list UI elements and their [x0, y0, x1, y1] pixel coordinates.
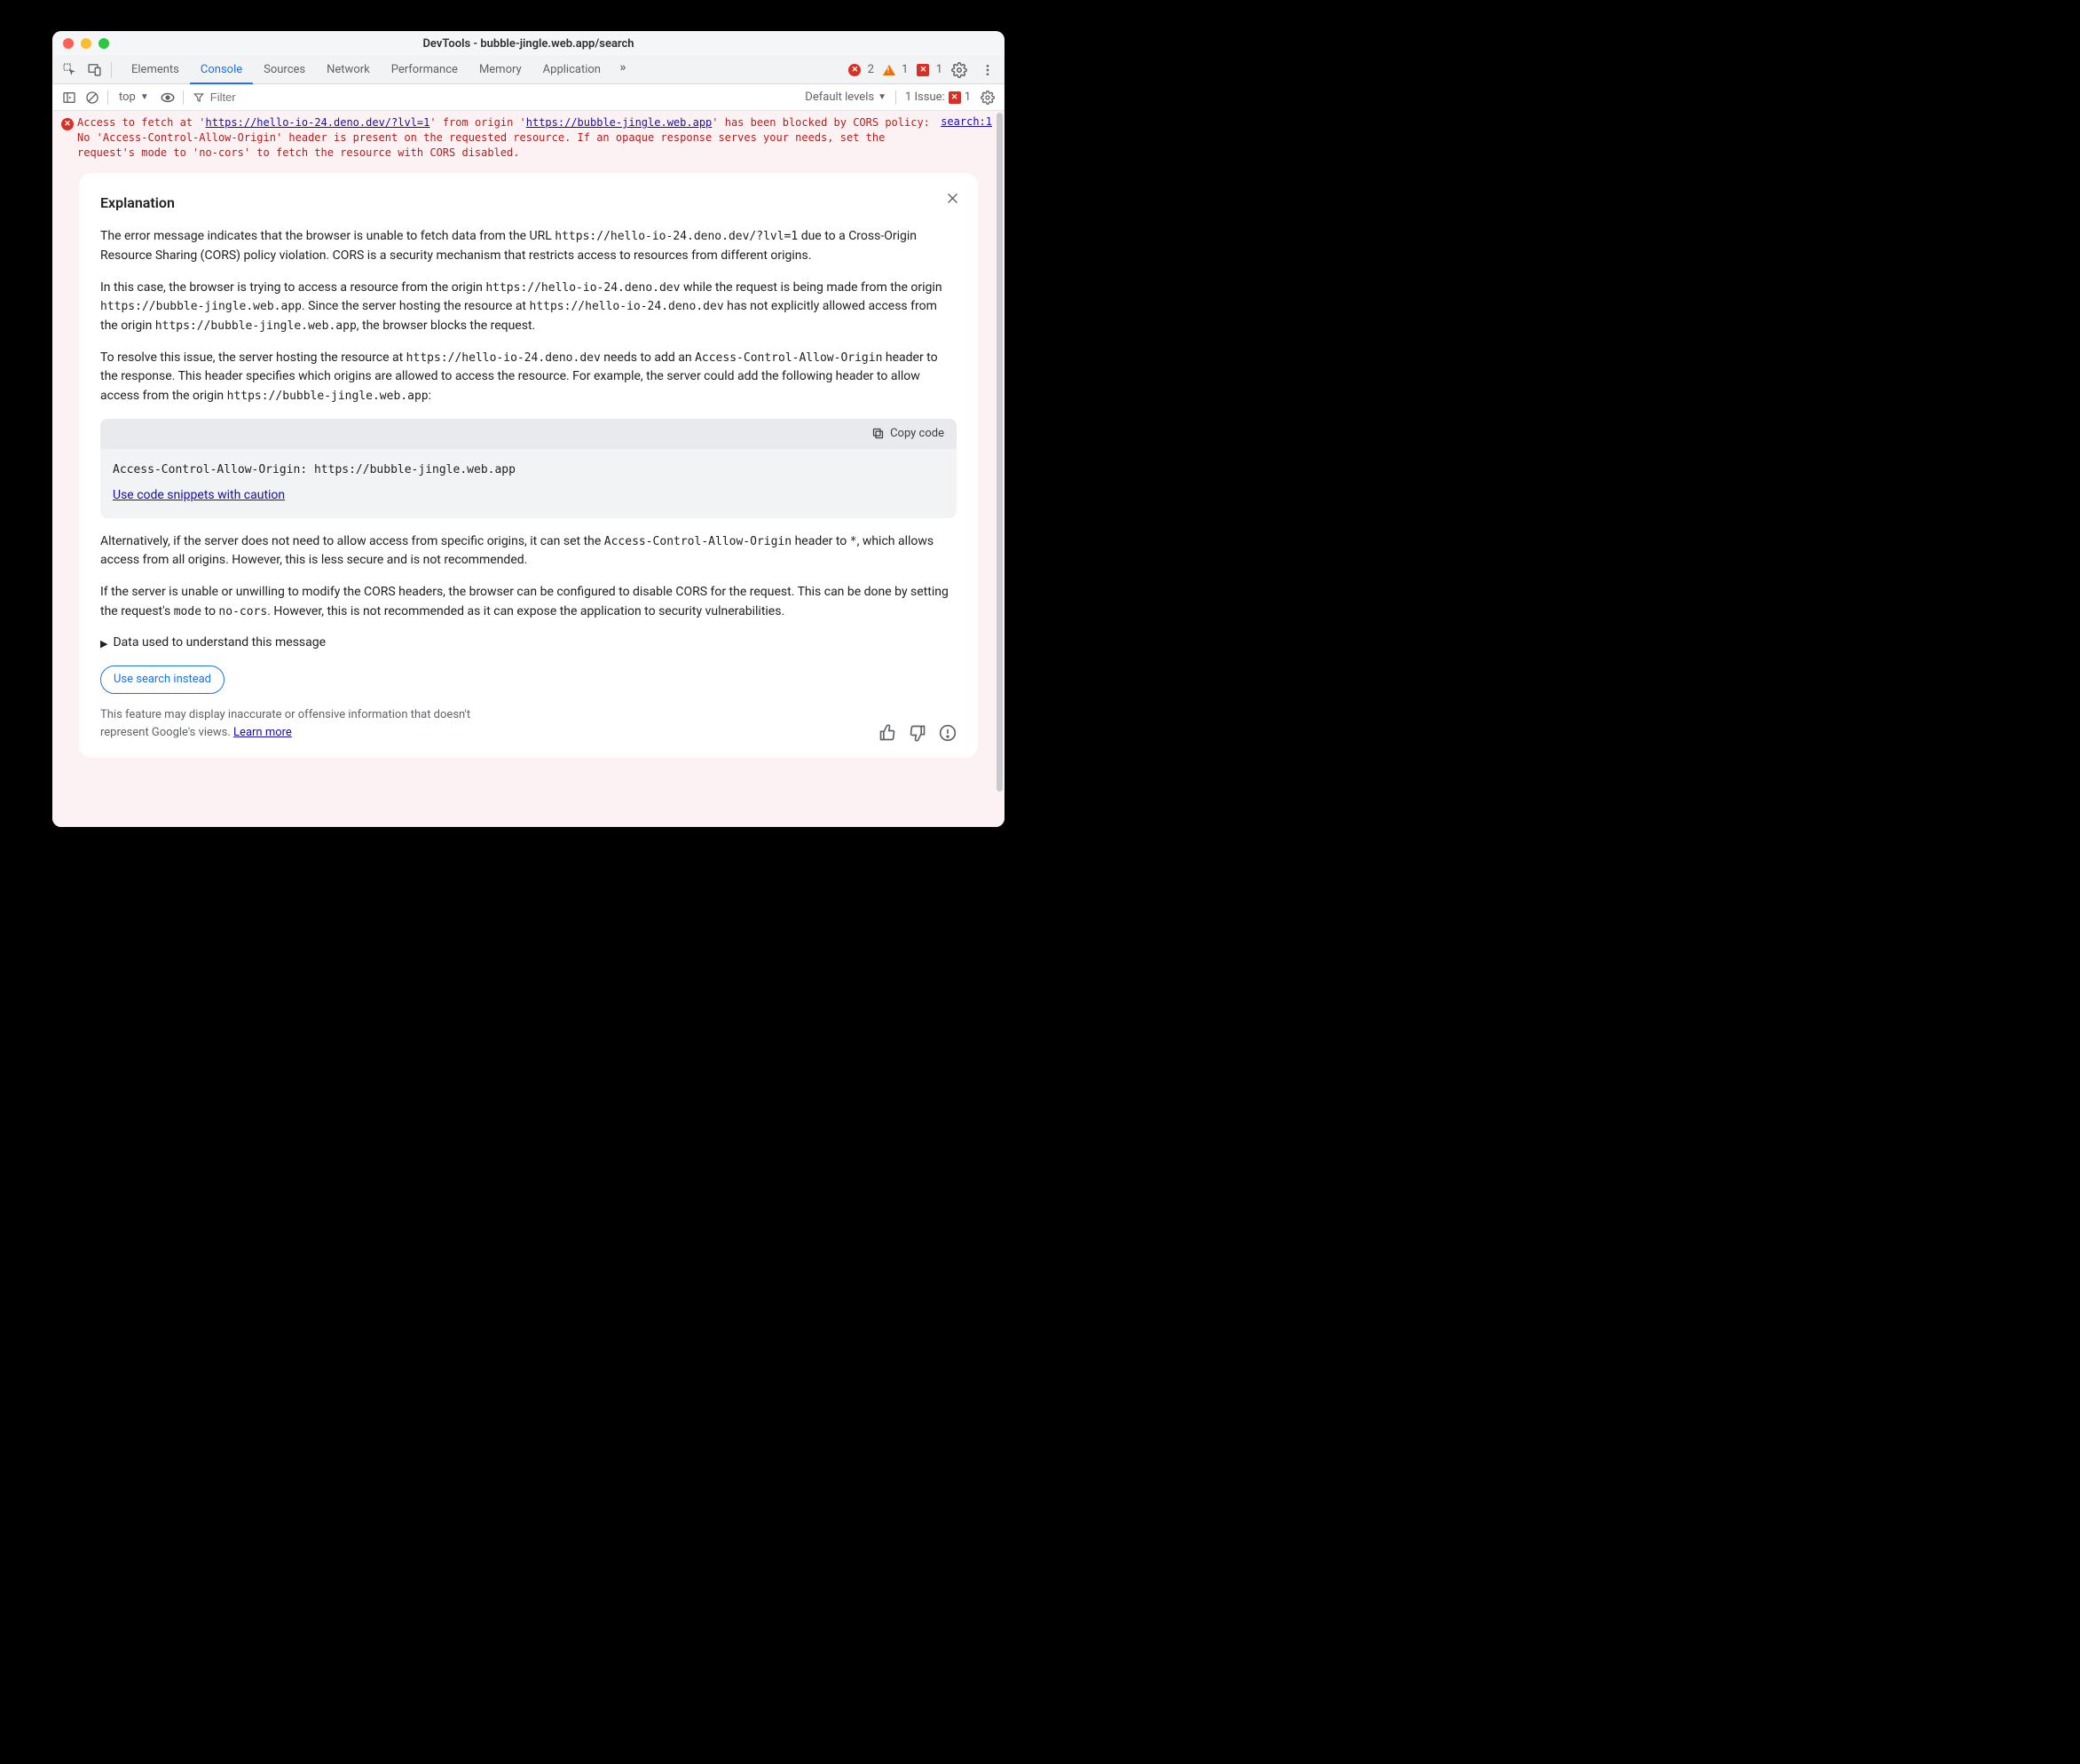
clear-console-icon[interactable]: [81, 86, 104, 109]
ext-error-badge-icon: ✕: [917, 64, 929, 76]
console-settings-icon[interactable]: [976, 86, 999, 109]
chevron-down-icon: ▼: [140, 92, 149, 102]
log-levels-selector[interactable]: Default levels ▼: [800, 91, 892, 104]
code-block: Copy code Access-Control-Allow-Origin: h…: [100, 419, 957, 518]
tab-performance[interactable]: Performance: [381, 56, 469, 83]
error-count: 2: [868, 63, 874, 76]
explanation-title: Explanation: [100, 193, 957, 215]
error-badge-icon: ✕: [848, 64, 861, 76]
ext-error-count: 1: [936, 63, 942, 76]
explanation-p4: Alternatively, if the server does not ne…: [100, 532, 957, 571]
filter-field[interactable]: [187, 91, 446, 104]
more-tabs-icon[interactable]: »: [611, 56, 634, 79]
chevron-down-icon: ▼: [878, 92, 886, 102]
titlebar: DevTools - bubble-jingle.web.app/search: [52, 31, 1005, 56]
filter-icon: [193, 91, 205, 104]
console-error-row[interactable]: ✕ Access to fetch at 'https://hello-io-2…: [52, 111, 1005, 164]
disclaimer-text: This feature may display inaccurate or o…: [100, 706, 491, 742]
context-selector[interactable]: top ▼: [112, 91, 156, 104]
issues-count: 1: [965, 91, 971, 104]
issues-label: 1 Issue:: [905, 91, 945, 104]
filter-input[interactable]: [210, 91, 441, 104]
panel-tabs: Elements Console Sources Network Perform…: [121, 56, 634, 83]
learn-more-link[interactable]: Learn more: [233, 726, 292, 739]
minimize-window[interactable]: [81, 38, 91, 49]
context-label: top: [119, 91, 136, 104]
warning-badge-icon: [883, 65, 895, 75]
report-icon[interactable]: [939, 724, 957, 742]
tab-elements[interactable]: Elements: [121, 56, 190, 83]
kebab-menu-icon[interactable]: [976, 59, 999, 82]
copy-code-button[interactable]: Copy code: [100, 419, 957, 449]
tab-sources[interactable]: Sources: [253, 56, 316, 83]
tab-console[interactable]: Console: [190, 56, 253, 83]
triangle-right-icon: ▶: [100, 636, 107, 651]
toggle-sidebar-icon[interactable]: [58, 86, 81, 109]
inspect-element-icon[interactable]: [58, 59, 81, 82]
data-disclosure[interactable]: ▶ Data used to understand this message: [100, 634, 957, 653]
thumbs-down-icon[interactable]: [909, 724, 926, 742]
copy-icon: [871, 427, 885, 440]
error-source-link[interactable]: search:1: [930, 115, 992, 128]
disclosure-label: Data used to understand this message: [113, 634, 326, 653]
error-message: Access to fetch at 'https://hello-io-24.…: [77, 115, 930, 160]
console-toolbar: top ▼ Default levels ▼ 1 Issue: ✕ 1: [52, 84, 1005, 111]
explanation-p2: In this case, the browser is trying to a…: [100, 279, 957, 336]
divider: [111, 62, 112, 78]
maximize-window[interactable]: [98, 38, 109, 49]
device-toolbar-icon[interactable]: [83, 59, 106, 82]
copy-code-label: Copy code: [890, 425, 944, 443]
explanation-panel: Explanation The error message indicates …: [79, 173, 978, 758]
explanation-footer: This feature may display inaccurate or o…: [100, 706, 957, 742]
scrollbar[interactable]: [997, 113, 1003, 791]
divider: [895, 91, 896, 105]
caution-link[interactable]: Use code snippets with caution: [100, 486, 297, 518]
use-search-button[interactable]: Use search instead: [100, 665, 225, 694]
devtools-window: DevTools - bubble-jingle.web.app/search …: [52, 31, 1005, 827]
explanation-p3: To resolve this issue, the server hostin…: [100, 349, 957, 406]
tab-memory[interactable]: Memory: [469, 56, 532, 83]
status-badges[interactable]: ✕ 2 1 ✕ 1: [848, 63, 942, 76]
divider: [183, 91, 184, 105]
tab-application[interactable]: Application: [532, 56, 611, 83]
close-icon[interactable]: [945, 191, 960, 206]
error-url1[interactable]: https://hello-io-24.deno.dev/?lvl=1: [206, 116, 430, 129]
issue-badge-icon: ✕: [949, 91, 961, 104]
window-title: DevTools - bubble-jingle.web.app/search: [52, 37, 1005, 51]
warning-count: 1: [902, 63, 908, 76]
close-window[interactable]: [63, 38, 74, 49]
error-url2[interactable]: https://bubble-jingle.web.app: [526, 116, 713, 129]
error-icon: ✕: [61, 118, 74, 130]
thumbs-up-icon[interactable]: [878, 724, 896, 742]
console-body: ✕ Access to fetch at 'https://hello-io-2…: [52, 111, 1005, 827]
divider: [107, 91, 108, 105]
levels-label: Default levels: [805, 91, 874, 104]
settings-icon[interactable]: [948, 59, 971, 82]
live-expression-icon[interactable]: [156, 86, 179, 109]
issues-indicator[interactable]: 1 Issue: ✕ 1: [900, 91, 976, 104]
explanation-p1: The error message indicates that the bro…: [100, 227, 957, 265]
code-content: Access-Control-Allow-Origin: https://bub…: [100, 449, 957, 486]
explanation-p5: If the server is unable or unwilling to …: [100, 583, 957, 621]
traffic-lights: [63, 38, 109, 49]
main-tabs-bar: Elements Console Sources Network Perform…: [52, 56, 1005, 84]
tab-network[interactable]: Network: [316, 56, 381, 83]
